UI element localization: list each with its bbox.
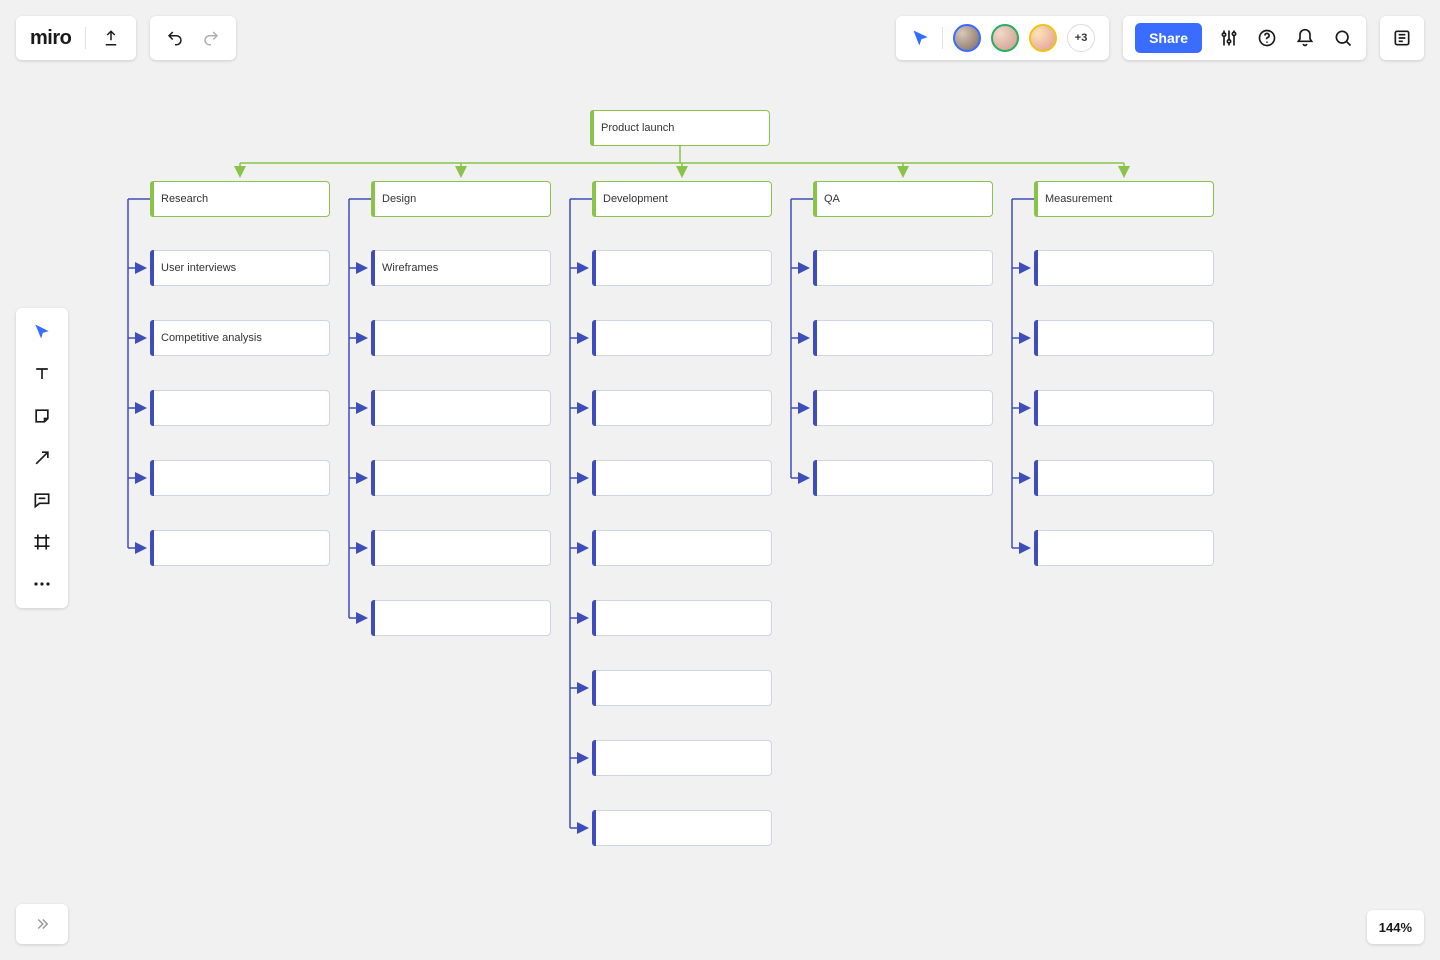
diagram-item-label: User interviews <box>161 262 236 274</box>
arrow-tool-icon[interactable] <box>28 444 56 472</box>
diagram-item-box[interactable] <box>592 320 772 356</box>
diagram-item-box[interactable] <box>813 460 993 496</box>
diagram-item-box[interactable] <box>592 390 772 426</box>
tool-toolbar <box>16 308 68 608</box>
diagram-item-box[interactable] <box>1034 250 1214 286</box>
diagram-header-label: Research <box>161 193 208 205</box>
diagram-item-box[interactable] <box>371 320 551 356</box>
diagram-item-box[interactable] <box>1034 320 1214 356</box>
expand-panel-button[interactable] <box>16 904 68 944</box>
diagram-item-box[interactable] <box>150 530 330 566</box>
avatar-overflow[interactable]: +3 <box>1067 24 1095 52</box>
diagram-header-box[interactable]: Design <box>371 181 551 217</box>
search-icon[interactable] <box>1332 27 1354 49</box>
select-tool-icon[interactable] <box>28 318 56 346</box>
share-button[interactable]: Share <box>1135 23 1202 53</box>
diagram-item-box[interactable]: Competitive analysis <box>150 320 330 356</box>
diagram-item-box[interactable] <box>371 600 551 636</box>
diagram-item-label: Wireframes <box>382 262 438 274</box>
diagram-item-box[interactable] <box>592 810 772 846</box>
notifications-icon[interactable] <box>1294 27 1316 49</box>
avatar[interactable] <box>991 24 1019 52</box>
app-logo[interactable]: miro <box>30 27 71 50</box>
avatar[interactable] <box>1029 24 1057 52</box>
diagram-header-box[interactable]: Development <box>592 181 772 217</box>
diagram-item-box[interactable] <box>1034 460 1214 496</box>
diagram-item-box[interactable] <box>150 460 330 496</box>
board-canvas[interactable]: Product launch Research User interviews Com… <box>0 0 1440 960</box>
more-tools-icon[interactable] <box>28 570 56 598</box>
help-icon[interactable] <box>1256 27 1278 49</box>
diagram-item-box[interactable] <box>371 390 551 426</box>
separator <box>85 27 86 49</box>
redo-icon[interactable] <box>200 27 222 49</box>
settings-icon[interactable] <box>1218 27 1240 49</box>
diagram-item-box[interactable] <box>592 740 772 776</box>
sticky-note-tool-icon[interactable] <box>28 402 56 430</box>
avatar[interactable] <box>953 24 981 52</box>
text-tool-icon[interactable] <box>28 360 56 388</box>
diagram-item-box[interactable] <box>592 530 772 566</box>
export-icon[interactable] <box>100 27 122 49</box>
diagram-header-label: QA <box>824 193 840 205</box>
diagram-header-box[interactable]: Product launch <box>590 110 770 146</box>
diagram-header-box[interactable]: Measurement <box>1034 181 1214 217</box>
diagram-header-label: Design <box>382 193 416 205</box>
diagram-item-box[interactable] <box>592 600 772 636</box>
diagram-item-box[interactable] <box>1034 390 1214 426</box>
diagram-item-box[interactable]: User interviews <box>150 250 330 286</box>
diagram-item-box[interactable] <box>150 390 330 426</box>
presence-cursor-icon[interactable] <box>910 27 932 49</box>
separator <box>942 27 943 49</box>
diagram-header-box[interactable]: QA <box>813 181 993 217</box>
panel-toggle[interactable] <box>1380 16 1424 60</box>
diagram-item-box[interactable] <box>813 320 993 356</box>
logo-pill: miro <box>16 16 136 60</box>
diagram-item-box[interactable] <box>813 390 993 426</box>
diagram-header-label: Product launch <box>601 122 674 134</box>
history-pill <box>150 16 236 60</box>
zoom-level[interactable]: 144% <box>1367 910 1424 944</box>
zoom-level-label: 144% <box>1379 920 1412 935</box>
diagram-header-box[interactable]: Research <box>150 181 330 217</box>
collaborators-pill: +3 <box>896 16 1109 60</box>
diagram-item-box[interactable] <box>371 460 551 496</box>
frame-tool-icon[interactable] <box>28 528 56 556</box>
diagram-item-box[interactable]: Wireframes <box>371 250 551 286</box>
diagram-item-box[interactable] <box>371 530 551 566</box>
diagram-item-box[interactable] <box>813 250 993 286</box>
diagram-item-box[interactable] <box>592 460 772 496</box>
undo-icon[interactable] <box>164 27 186 49</box>
diagram-item-label: Competitive analysis <box>161 332 262 344</box>
diagram-item-box[interactable] <box>592 250 772 286</box>
diagram-item-box[interactable] <box>1034 530 1214 566</box>
diagram-header-label: Measurement <box>1045 193 1112 205</box>
comment-tool-icon[interactable] <box>28 486 56 514</box>
actions-pill: Share <box>1123 16 1366 60</box>
diagram-item-box[interactable] <box>592 670 772 706</box>
diagram-header-label: Development <box>603 193 668 205</box>
